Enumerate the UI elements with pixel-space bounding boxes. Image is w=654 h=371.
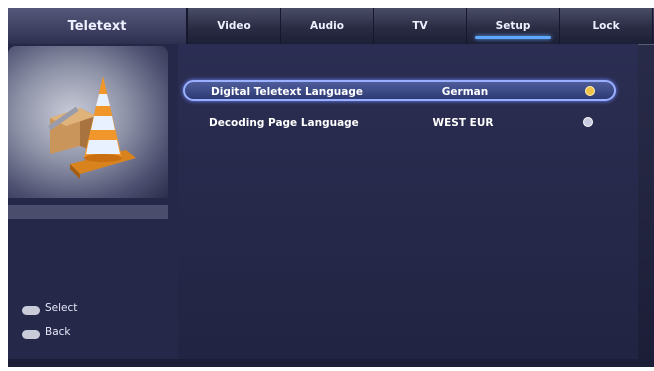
tab-tv[interactable]: TV [374,8,467,44]
setting-value: WEST EUR [432,117,494,129]
section-title: Teletext [8,8,188,44]
setup-illustration [8,46,168,198]
legend-back: Back [45,326,71,338]
tab-lock[interactable]: Lock [560,8,653,44]
menu-key-icon [22,330,40,339]
ok-key-icon [22,306,40,315]
option-indicator-icon [583,117,593,127]
setting-label: Decoding Page Language [209,117,359,129]
setting-row-decoding-page-language[interactable]: Decoding Page Language WEST EUR [183,113,616,134]
tab-audio[interactable]: Audio [281,8,374,44]
legend-select: Select [45,302,78,314]
tab-setup[interactable]: Setup [467,8,560,44]
tab-bar: Video Audio TV Setup Lock [188,8,653,44]
setting-label: Digital Teletext Language [211,86,363,98]
left-panel-divider [8,205,168,219]
tools-cone-icon [47,76,136,179]
setting-row-digital-teletext-language[interactable]: Digital Teletext Language German [183,80,616,101]
option-indicator-icon [585,86,595,96]
setting-value: German [441,86,489,98]
top-menu-bar: Teletext Video Audio TV Setup Lock [8,8,654,45]
tab-video[interactable]: Video [188,8,281,44]
